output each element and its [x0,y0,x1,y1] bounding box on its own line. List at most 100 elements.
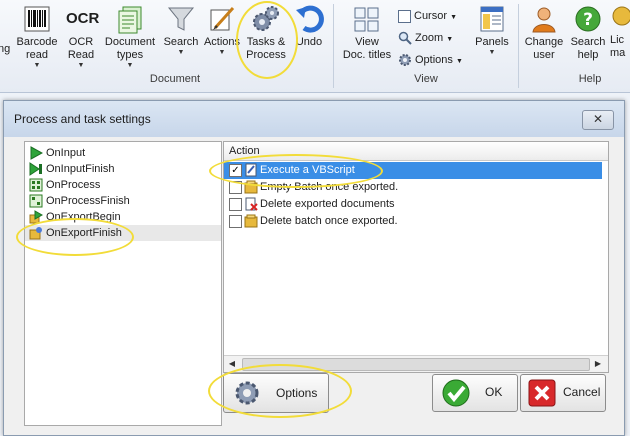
zoom-button[interactable]: Zoom ▼ [398,30,453,46]
panels-icon [477,4,507,34]
process-finish-icon [29,194,43,208]
play-finish-icon [29,162,43,176]
export-finish-icon [29,226,43,240]
search-help-label: Search help [570,36,606,61]
dialog-title: Process and task settings [14,112,151,126]
view-doc-titles-icon [352,4,382,34]
event-item-onprocessfinish[interactable]: OnProcessFinish [25,193,221,209]
batch-icon [244,180,258,194]
undo-label: Undo [295,36,323,48]
ocr-read-label: OCR Read [67,36,95,61]
panels-label: Panels [475,36,509,48]
event-label: OnProcess [46,179,101,191]
funnel-icon [166,4,196,34]
scroll-left-icon[interactable]: ◀ [224,356,240,372]
partial-ribbon-button[interactable]: ng [0,43,10,56]
chevron-down-icon: ▼ [126,62,134,69]
action-row-empty-batch[interactable]: Empty Batch once exported. [224,179,602,196]
change-user-label: Change user [524,36,564,61]
horizontal-scrollbar[interactable]: ◀ ▶ [224,355,608,372]
search-help-button[interactable]: ? Search help [568,4,608,62]
script-icon [244,163,258,177]
action-checkbox[interactable]: ✓ [229,164,242,177]
action-header-label: Action [229,145,260,157]
close-button[interactable]: ✕ [582,110,614,130]
user-icon [529,4,559,34]
gear-icon [232,378,262,408]
barcode-icon [22,4,52,34]
cancel-button[interactable]: Cancel [520,374,606,412]
help-icon: ? [573,4,603,34]
event-label: OnExportFinish [46,227,122,239]
scrollbar-thumb[interactable] [242,358,590,371]
ok-label: OK [485,385,503,399]
actions-icon [207,4,237,34]
action-label: Delete exported documents [260,198,395,210]
action-checkbox[interactable] [229,181,242,194]
tasks-process-button[interactable]: Tasks & Process [243,4,289,62]
event-label: OnProcessFinish [46,195,130,207]
group-label-view: View [414,73,438,85]
ribbon-toolbar: ng Barcode read ▼ OCR OCR Read ▼ Documen… [0,0,630,93]
group-label-help: Help [578,73,602,85]
options-ribbon-button[interactable]: Options ▼ [398,52,463,68]
search-label: Search [163,36,199,48]
chevron-down-icon: ▼ [77,62,85,69]
delete-documents-icon [244,197,258,211]
chevron-down-icon: ▼ [488,49,496,56]
play-icon [29,146,44,160]
group-divider [333,4,334,88]
dialog-title-bar: Process and task settings ✕ [4,101,624,137]
ocr-icon: OCR [66,10,100,27]
group-label-document: Document [149,73,201,85]
tasks-process-label: Tasks & Process [246,36,286,61]
view-doc-titles-label: View Doc. titles [342,36,392,61]
actions-button[interactable]: Actions ▼ [201,4,243,57]
action-column-header[interactable]: Action [224,142,608,161]
options-button[interactable]: Options [223,373,329,413]
ocr-read-button[interactable]: OCR OCR Read ▼ [62,4,100,70]
chevron-down-icon: ▼ [446,36,454,43]
panels-button[interactable]: Panels ▼ [472,4,512,57]
event-list[interactable]: OnInput OnInputFinish OnProcess OnProces… [24,141,222,426]
change-user-button[interactable]: Change user [522,4,566,62]
gear-icon [398,53,412,67]
action-label: Execute a VBScript [260,164,355,176]
event-label: OnInputFinish [46,163,115,175]
batch-icon [244,214,258,228]
action-checkbox[interactable] [229,215,242,228]
event-item-oninputfinish[interactable]: OnInputFinish [25,161,221,177]
action-checkbox[interactable] [229,198,242,211]
partial-button-label: ng [0,43,11,55]
event-item-onexportbegin[interactable]: OnExportBegin [25,209,221,225]
chevron-down-icon: ▼ [455,58,463,65]
search-button[interactable]: Search ▼ [161,4,201,57]
scroll-right-icon[interactable]: ▶ [590,356,606,372]
close-icon: ✕ [592,112,604,126]
chevron-down-icon: ▼ [218,49,226,56]
ok-button[interactable]: OK [432,374,518,412]
zoom-label: Zoom [415,32,444,44]
event-item-onprocess[interactable]: OnProcess [25,177,221,193]
action-row-delete-documents[interactable]: Delete exported documents [224,196,602,213]
actions-label: Actions [203,36,241,48]
action-label: Delete batch once exported. [260,215,398,227]
process-icon [29,178,43,192]
cursor-button[interactable]: Cursor ▼ [398,8,457,24]
action-label: Empty Batch once exported. [260,181,399,193]
license-icon [610,4,630,34]
chevron-down-icon: ▼ [450,14,458,21]
event-item-onexportfinish[interactable]: OnExportFinish [25,225,221,241]
view-doc-titles-button[interactable]: View Doc. titles [337,4,397,62]
barcode-read-button[interactable]: Barcode read ▼ [14,4,60,70]
license-button[interactable]: Lic ma [610,4,630,60]
close-icon [527,378,557,408]
action-list[interactable]: Action ✓ Execute a VBScript Empty Batch … [223,141,609,373]
undo-button[interactable]: Undo [292,4,326,49]
action-row-delete-batch[interactable]: Delete batch once exported. [224,213,602,230]
document-types-button[interactable]: Document types ▼ [102,4,158,70]
action-row-execute-vbscript[interactable]: ✓ Execute a VBScript [224,162,602,179]
process-task-settings-dialog: Process and task settings ✕ OnInput OnIn… [3,100,625,436]
document-types-icon [115,4,145,34]
event-item-oninput[interactable]: OnInput [25,145,221,161]
